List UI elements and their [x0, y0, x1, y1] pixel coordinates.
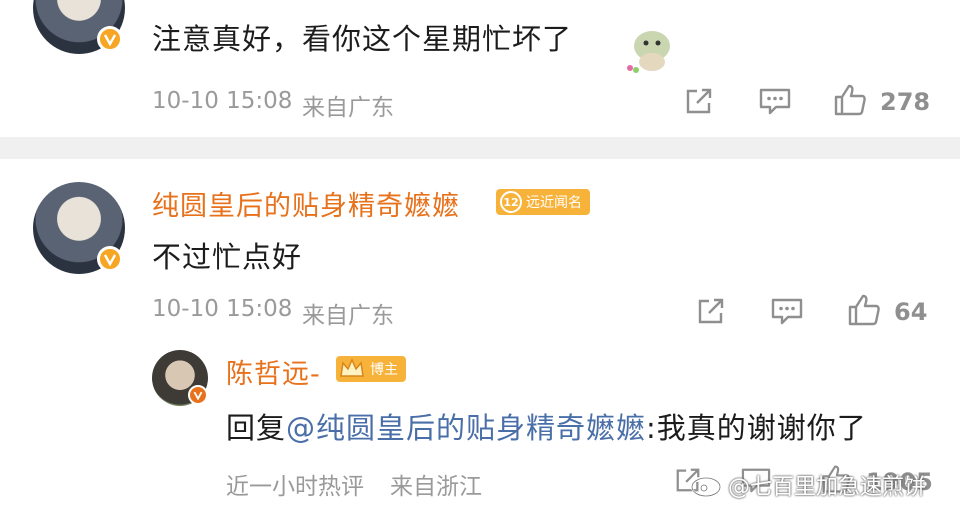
reply-location: 来自浙江: [390, 474, 482, 500]
fan-level-badge: 12 远近闻名: [496, 189, 590, 215]
reply-timestamp: 近一小时热评: [226, 474, 364, 500]
share-icon[interactable]: [684, 86, 714, 116]
watermark: @七百里加急速煎饼: [728, 475, 927, 500]
like-icon[interactable]: [846, 292, 882, 328]
comment-timestamp: 10-10 15:08: [152, 296, 293, 322]
comment-icon[interactable]: [758, 86, 792, 116]
verified-icon: [188, 385, 208, 405]
crown-icon: [338, 356, 366, 382]
mention-link[interactable]: @纯圆皇后的贴身精奇嬷嬷: [286, 411, 646, 445]
like-icon[interactable]: [832, 82, 868, 118]
fan-level-number: 12: [500, 191, 522, 213]
like-count: 278: [880, 88, 931, 116]
reply-text: 回复@纯圆皇后的贴身精奇嬷嬷:我真的谢谢你了: [226, 405, 867, 447]
reply-prefix: 回复: [226, 411, 287, 445]
like-count: 64: [894, 298, 928, 326]
share-icon[interactable]: [696, 296, 726, 326]
verified-icon: [97, 26, 123, 52]
reply-username[interactable]: 陈哲远-: [226, 352, 321, 391]
comment-divider: [0, 137, 960, 159]
comment-icon[interactable]: [770, 296, 804, 326]
comment-text: 不过忙点好: [152, 240, 303, 274]
fan-level-label: 远近闻名: [526, 195, 582, 211]
reply-body: :我真的谢谢你了: [646, 411, 867, 445]
comment-username[interactable]: 纯圆皇后的贴身精奇嬷嬷: [152, 184, 460, 223]
comment-location: 来自广东: [302, 303, 394, 329]
verified-icon: [97, 246, 123, 272]
weibo-logo-icon: [690, 470, 726, 502]
blogger-badge: 博主: [336, 356, 406, 382]
comment-timestamp: 10-10 15:08: [152, 88, 293, 114]
blogger-badge-label: 博主: [370, 362, 398, 378]
sticker-icon: [622, 24, 680, 74]
comment-location: 来自广东: [302, 95, 394, 121]
comment-text: 注意真好，看你这个星期忙坏了: [152, 22, 573, 56]
